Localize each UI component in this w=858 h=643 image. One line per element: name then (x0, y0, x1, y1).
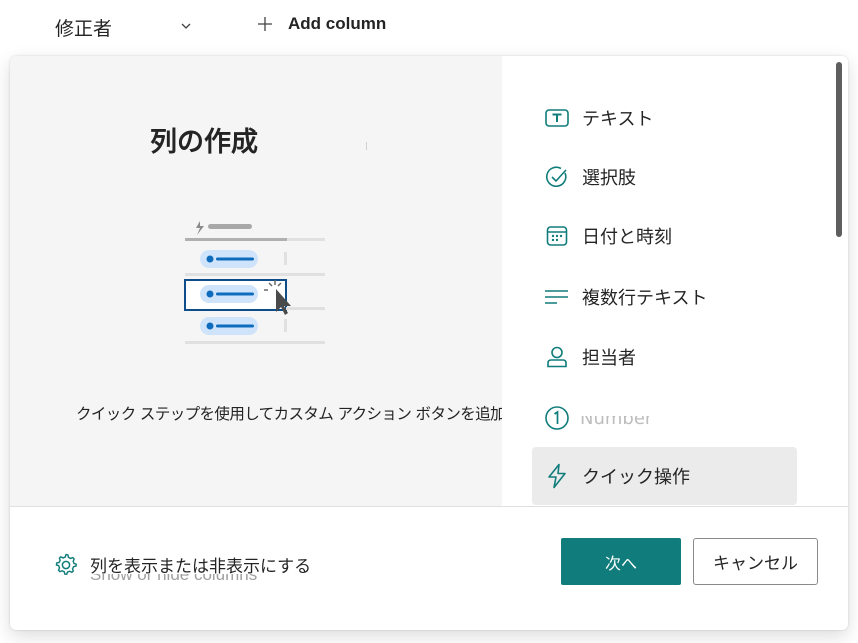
column-type-list: テキスト 選択肢 日付と時刻 複数行テキスト 担当者 Number クイック操作 (502, 56, 848, 506)
add-column-button[interactable]: Add column (256, 14, 386, 34)
show-hide-columns-label: 列を表示または非表示にする Show or hide columns (90, 552, 311, 584)
chevron-down-icon[interactable] (178, 18, 194, 34)
column-type-number[interactable] (532, 389, 797, 447)
calendar-icon (544, 223, 570, 249)
choice-check-icon (544, 164, 570, 190)
column-type-multiline-text[interactable]: 複数行テキスト (532, 268, 797, 326)
column-type-label: 選択肢 (582, 168, 636, 189)
add-column-label: Add column (288, 14, 387, 33)
create-column-dialog: 列の作成 クイック ステップを使用してカスタム アクション ボタンを追加する テ… (10, 56, 848, 630)
scrollbar[interactable] (836, 62, 842, 237)
column-type-label: 日付と時刻 (582, 227, 672, 248)
column-type-text[interactable]: テキスト (532, 89, 797, 147)
cancel-button[interactable]: キャンセル (693, 538, 818, 585)
column-type-label: クイック操作 (582, 467, 690, 488)
text-box-icon (544, 105, 570, 131)
gear-icon (55, 553, 77, 575)
footer-divider (10, 506, 848, 507)
column-type-date-time[interactable]: 日付と時刻 (532, 207, 797, 265)
plus-icon (258, 17, 272, 31)
column-type-label: テキスト (582, 109, 654, 130)
list-header: 修正者 Add column (0, 0, 858, 56)
modifier-column-header[interactable]: 修正者 (55, 14, 112, 41)
lightning-icon (544, 463, 570, 489)
preview-pane: 列の作成 クイック ステップを使用してカスタム アクション ボタンを追加する (10, 56, 535, 506)
column-type-quick-action[interactable]: クイック操作 (532, 447, 797, 505)
person-icon (544, 344, 570, 370)
multiline-text-icon (544, 284, 570, 310)
next-button[interactable]: 次へ (561, 538, 681, 585)
column-type-label: 複数行テキスト (582, 288, 708, 309)
show-hide-columns-link[interactable]: 列を表示または非表示にする Show or hide columns (54, 552, 311, 584)
quick-steps-illustration (184, 221, 325, 344)
column-type-label: 担当者 (582, 348, 636, 369)
number-one-icon (544, 405, 570, 431)
dialog-title: 列の作成 (150, 127, 258, 158)
column-type-choice[interactable]: 選択肢 (532, 148, 797, 206)
quick-steps-description: クイック ステップを使用してカスタム アクション ボタンを追加する (76, 405, 535, 423)
divider (366, 142, 367, 150)
column-type-person[interactable]: 担当者 (532, 328, 797, 386)
